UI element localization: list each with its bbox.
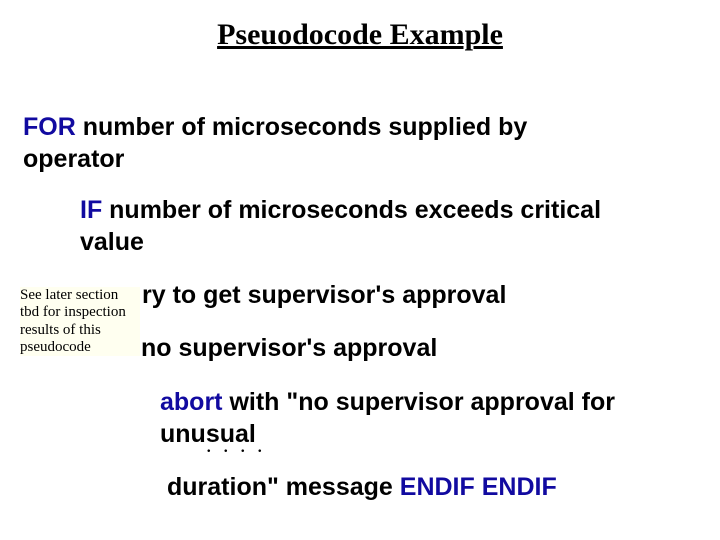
text: ry to get supervisor's approval: [142, 281, 506, 309]
keyword-if: IF: [80, 196, 102, 224]
code-line-6: no supervisor's approval: [141, 334, 437, 363]
keyword-abort: abort: [160, 388, 223, 416]
code-line-4: value: [80, 228, 144, 257]
slide: Pseuodocode Example FOR number of micros…: [0, 0, 720, 540]
sticky-note: See later section tbd for inspection res…: [20, 287, 140, 356]
ellipsis-dots: . . . .: [206, 432, 266, 458]
text: duration" message: [167, 473, 400, 501]
code-line-2: operator: [23, 145, 124, 174]
text: number of microseconds supplied by: [76, 113, 527, 141]
keyword-for: FOR: [23, 113, 76, 141]
keyword-endif: ENDIF ENDIF: [400, 473, 557, 501]
code-line-1: FOR number of microseconds supplied by: [23, 113, 527, 142]
text: no supervisor's approval: [141, 334, 437, 362]
text: with "no supervisor approval for: [223, 388, 615, 416]
code-line-5: ry to get supervisor's approval: [142, 281, 506, 310]
code-line-7: abort with "no supervisor approval for: [160, 388, 615, 417]
text: number of microseconds exceeds critical: [102, 196, 601, 224]
code-line-9: duration" message ENDIF ENDIF: [167, 473, 557, 502]
code-line-3: IF number of microseconds exceeds critic…: [80, 196, 601, 225]
text: value: [80, 228, 144, 256]
text: operator: [23, 145, 124, 173]
slide-title: Pseuodocode Example: [0, 18, 720, 52]
